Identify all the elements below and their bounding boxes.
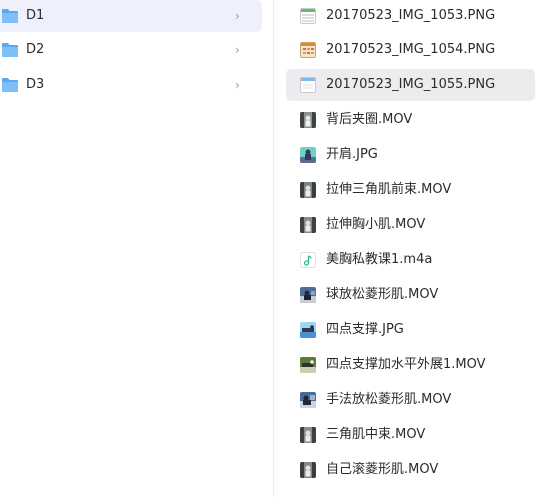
file-item[interactable]: 拉伸胸小肌.MOV bbox=[286, 209, 535, 241]
folder-pane: D1 › D2 › D3 › bbox=[0, 0, 270, 497]
file-name: 自己滚菱形肌.MOV bbox=[326, 462, 439, 477]
spreadsheet-thumbnail-icon bbox=[300, 8, 316, 24]
file-name: 球放松菱形肌.MOV bbox=[326, 287, 439, 302]
folder-item-d3[interactable]: D3 › bbox=[0, 69, 262, 101]
file-name: 美胸私教课1.m4a bbox=[326, 252, 433, 267]
folder-icon bbox=[2, 8, 18, 23]
folder-icon bbox=[2, 42, 18, 57]
file-item[interactable]: 20170523_IMG_1053.PNG bbox=[286, 0, 535, 32]
folder-label: D3 bbox=[26, 77, 45, 92]
video-thumbnail-icon bbox=[300, 392, 316, 408]
file-item-selected[interactable]: 20170523_IMG_1055.PNG bbox=[286, 69, 535, 101]
file-name: 手法放松菱形肌.MOV bbox=[326, 392, 452, 407]
file-item[interactable]: 美胸私教课1.m4a bbox=[286, 244, 535, 276]
file-name: 背后夹圈.MOV bbox=[326, 112, 413, 127]
file-list-pane: 20170523_IMG_1053.PNG 20170523_IMG_1054.… bbox=[274, 0, 535, 497]
chevron-right-icon: › bbox=[235, 9, 240, 23]
file-item[interactable]: 自己滚菱形肌.MOV bbox=[286, 454, 535, 486]
file-item[interactable]: 手法放松菱形肌.MOV bbox=[286, 384, 535, 416]
file-name: 20170523_IMG_1053.PNG bbox=[326, 8, 496, 23]
folder-label: D1 bbox=[26, 8, 45, 23]
folder-item-d2[interactable]: D2 › bbox=[0, 34, 262, 66]
chevron-right-icon: › bbox=[235, 43, 240, 57]
video-thumbnail-icon bbox=[300, 427, 316, 443]
file-item[interactable]: 背后夹圈.MOV bbox=[286, 104, 535, 136]
video-thumbnail-icon bbox=[300, 182, 316, 198]
photo-thumbnail-icon bbox=[300, 147, 316, 163]
file-name: 20170523_IMG_1055.PNG bbox=[326, 77, 496, 92]
file-name: 开肩.JPG bbox=[326, 147, 378, 162]
file-item[interactable]: 拉伸三角肌前束.MOV bbox=[286, 174, 535, 206]
video-thumbnail-icon bbox=[300, 287, 316, 303]
file-item[interactable]: 20170523_IMG_1054.PNG bbox=[286, 34, 535, 66]
file-item[interactable]: 开肩.JPG bbox=[286, 139, 535, 171]
file-item[interactable]: 四点支撑.JPG bbox=[286, 314, 535, 346]
file-item[interactable]: 三角肌中束.MOV bbox=[286, 419, 535, 451]
video-thumbnail-icon bbox=[300, 357, 316, 373]
audio-note-icon bbox=[300, 252, 316, 268]
video-thumbnail-icon bbox=[300, 112, 316, 128]
file-name: 拉伸三角肌前束.MOV bbox=[326, 182, 452, 197]
file-name: 20170523_IMG_1054.PNG bbox=[326, 42, 496, 57]
video-thumbnail-icon bbox=[300, 462, 316, 478]
file-name: 四点支撑加水平外展1.MOV bbox=[326, 357, 486, 372]
chevron-right-icon: › bbox=[235, 78, 240, 92]
calendar-thumbnail-icon bbox=[300, 42, 316, 58]
photo-thumbnail-icon bbox=[300, 322, 316, 338]
folder-icon bbox=[2, 77, 18, 92]
file-name: 三角肌中束.MOV bbox=[326, 427, 426, 442]
file-item[interactable]: 四点支撑加水平外展1.MOV bbox=[286, 349, 535, 381]
screenshot-thumbnail-icon bbox=[300, 77, 316, 93]
folder-label: D2 bbox=[26, 42, 45, 57]
file-name: 拉伸胸小肌.MOV bbox=[326, 217, 426, 232]
file-name: 四点支撑.JPG bbox=[326, 322, 404, 337]
file-item[interactable]: 球放松菱形肌.MOV bbox=[286, 279, 535, 311]
folder-item-d1[interactable]: D1 › bbox=[0, 0, 262, 32]
video-thumbnail-icon bbox=[300, 217, 316, 233]
